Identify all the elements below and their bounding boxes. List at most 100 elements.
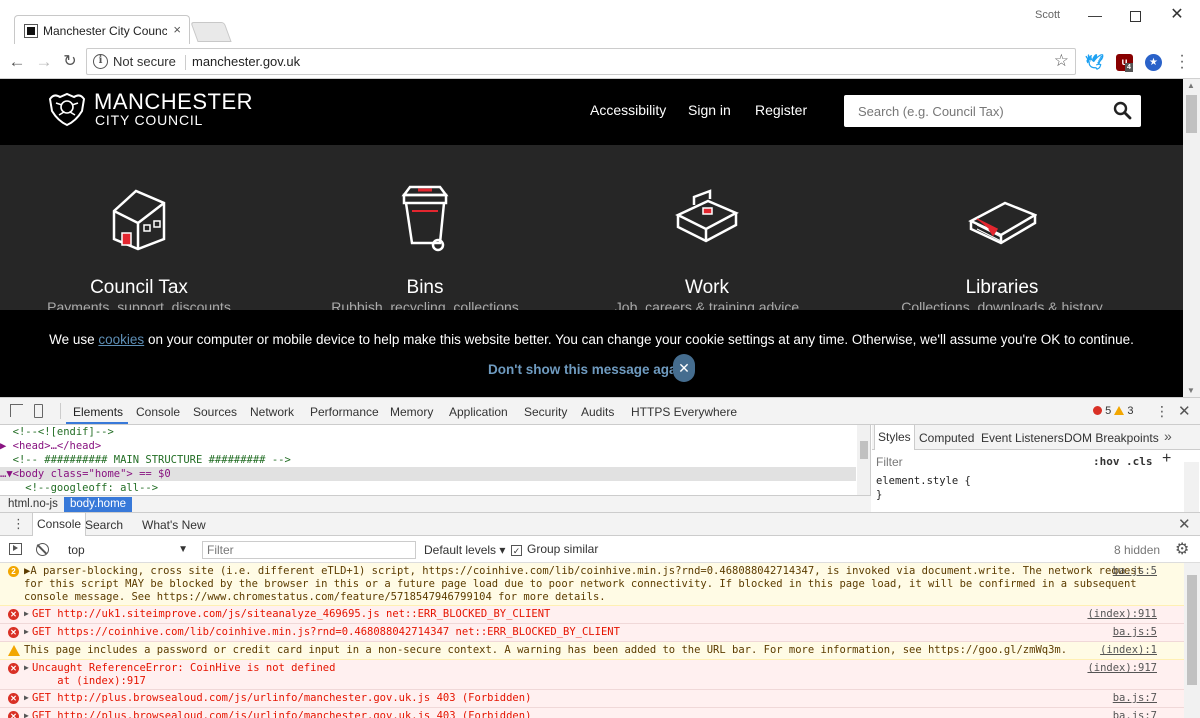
console-message-text[interactable]: GET http://plus.browsealoud.com/js/urlin…: [32, 692, 1082, 705]
tab-event-listeners[interactable]: Event Listeners: [981, 431, 1064, 445]
tab-https-everywhere[interactable]: HTTPS Everywhere: [631, 405, 737, 419]
console-filter-input[interactable]: [203, 542, 415, 558]
console-source-link[interactable]: ba.js:5: [1113, 626, 1157, 639]
console-error[interactable]: ✕ ▶ GET https://coinhive.com/lib/coinhiv…: [0, 624, 1184, 642]
console-message-text[interactable]: Uncaught ReferenceError: CoinHive is not…: [32, 662, 1082, 688]
drawer-tab-whats-new[interactable]: What's New: [142, 518, 206, 532]
dom-node[interactable]: <!--<![endif]-->: [0, 425, 856, 439]
scroll-up-icon[interactable]: ▲: [1187, 81, 1195, 90]
console-source-link[interactable]: ba.js:7: [1113, 710, 1157, 718]
tab-application[interactable]: Application: [449, 405, 508, 419]
expand-arrow-icon[interactable]: ▶: [24, 627, 29, 636]
dom-node[interactable]: <!--googleoff: all-->: [0, 481, 856, 495]
tab-styles[interactable]: Styles: [874, 425, 915, 450]
group-similar-toggle[interactable]: ✓ Group similar: [511, 542, 598, 556]
breadcrumb-body[interactable]: body.home: [64, 497, 133, 512]
gear-icon[interactable]: ⚙: [1175, 539, 1189, 559]
expand-arrow-icon[interactable]: ▶: [24, 711, 29, 718]
console-warning[interactable]: 2 ▶A parser-blocking, cross site (i.e. d…: [0, 563, 1184, 606]
console-source-link[interactable]: (index):917: [1087, 662, 1157, 675]
maximize-button[interactable]: [1120, 4, 1150, 26]
cookie-close-button[interactable]: ✕: [673, 354, 695, 382]
tab-audits[interactable]: Audits: [581, 405, 614, 419]
expand-arrow-icon[interactable]: ▶: [24, 693, 29, 702]
chrome-menu-icon[interactable]: · · ·: [1178, 48, 1186, 76]
search-input[interactable]: [844, 95, 1114, 127]
browser-tab[interactable]: Manchester City Council ×: [14, 15, 190, 45]
service-title[interactable]: Work: [577, 277, 837, 299]
console-source-link[interactable]: ba.js:5: [1113, 565, 1157, 578]
privacy-badger-icon[interactable]: ★: [1145, 54, 1162, 71]
error-warning-counter[interactable]: 5 3: [1093, 405, 1133, 417]
console-message-text[interactable]: ▶A parser-blocking, cross site (i.e. dif…: [24, 565, 1144, 604]
profile-name[interactable]: Scott: [1035, 9, 1060, 21]
sign-in-link[interactable]: Sign in: [688, 102, 731, 118]
reload-button[interactable]: ↻: [59, 51, 81, 73]
console-message-text[interactable]: GET https://coinhive.com/lib/coinhive.mi…: [32, 626, 1082, 639]
elements-scrollbar[interactable]: [857, 425, 870, 495]
tab-elements[interactable]: Elements: [73, 405, 123, 419]
checkbox-checked-icon[interactable]: ✓: [511, 545, 522, 556]
tab-sources[interactable]: Sources: [193, 405, 237, 419]
service-title[interactable]: Council Tax: [9, 277, 269, 299]
drawer-tab-console[interactable]: Console: [32, 513, 87, 536]
console-scroll-thumb[interactable]: [1187, 575, 1197, 685]
dom-node[interactable]: ▶ <head>…</head>: [0, 439, 856, 453]
ublock-icon[interactable]: u4: [1116, 54, 1133, 72]
drawer-close-icon[interactable]: ✕: [1178, 515, 1191, 533]
devtools-close-icon[interactable]: ✕: [1178, 402, 1191, 420]
bookmark-star-icon[interactable]: ☆: [1054, 51, 1069, 71]
tab-performance[interactable]: Performance: [310, 405, 379, 419]
class-toggle[interactable]: .cls: [1126, 455, 1153, 468]
console-source-link[interactable]: ba.js:7: [1113, 692, 1157, 705]
elements-scroll-thumb[interactable]: [860, 441, 868, 459]
tab-security[interactable]: Security: [524, 405, 567, 419]
tab-close-icon[interactable]: ×: [173, 22, 181, 37]
tab-dom-breakpoints[interactable]: DOM Breakpoints: [1064, 431, 1159, 445]
console-warning[interactable]: This page includes a password or credit …: [0, 642, 1184, 660]
security-label[interactable]: Not secure: [113, 54, 176, 69]
console-error[interactable]: ✕ ▶ Uncaught ReferenceError: CoinHive is…: [0, 660, 1184, 690]
console-message-text[interactable]: GET http://uk1.siteimprove.com/js/sitean…: [32, 608, 1082, 621]
service-title[interactable]: Libraries: [872, 277, 1132, 299]
expand-arrow-icon[interactable]: ▶: [24, 609, 29, 618]
console-source-link[interactable]: (index):911: [1087, 608, 1157, 621]
breadcrumb-html[interactable]: html.no-js: [2, 497, 64, 512]
devtools-menu-icon[interactable]: ⋮: [1155, 403, 1169, 420]
console-scrollbar[interactable]: [1184, 563, 1200, 718]
expand-arrow-icon[interactable]: ▶: [24, 663, 29, 672]
minimize-button[interactable]: —: [1080, 4, 1110, 26]
logo-subtitle[interactable]: CITY COUNCIL: [95, 112, 203, 128]
back-button[interactable]: ←: [6, 51, 28, 73]
council-crest-icon[interactable]: [46, 91, 88, 127]
page-scrollbar[interactable]: ▲ ▼: [1183, 79, 1200, 397]
twitter-icon[interactable]: 🕊: [1085, 54, 1104, 71]
console-error[interactable]: ✕ ▶ GET http://uk1.siteimprove.com/js/si…: [0, 606, 1184, 624]
context-selector[interactable]: top ▼: [60, 541, 192, 559]
console-message-text[interactable]: This page includes a password or credit …: [24, 644, 1074, 657]
console-sidebar-icon[interactable]: [9, 543, 22, 555]
console-error[interactable]: ✕ ▶ GET http://plus.browsealoud.com/js/u…: [0, 708, 1184, 718]
close-window-button[interactable]: ✕: [1162, 4, 1192, 26]
device-toolbar-icon[interactable]: [34, 404, 43, 418]
url-text[interactable]: manchester.gov.uk: [192, 54, 300, 69]
address-bar[interactable]: i Not secure manchester.gov.uk ☆: [86, 48, 1076, 75]
cookie-dismiss-link[interactable]: Don't show this message again: [488, 362, 689, 377]
info-icon[interactable]: i: [93, 54, 108, 69]
search-icon[interactable]: [1113, 101, 1132, 120]
element-style-rule[interactable]: element.style {: [876, 475, 971, 487]
console-error[interactable]: ✕ ▶ GET http://plus.browsealoud.com/js/u…: [0, 690, 1184, 708]
inspect-element-icon[interactable]: [10, 404, 23, 417]
drawer-tab-search[interactable]: Search: [85, 518, 123, 532]
more-tabs-icon[interactable]: »: [1164, 428, 1172, 444]
tab-memory[interactable]: Memory: [390, 405, 433, 419]
new-tab-button[interactable]: [190, 22, 232, 42]
dom-node[interactable]: <!-- ########## MAIN STRUCTURE #########…: [0, 453, 856, 467]
register-link[interactable]: Register: [755, 102, 807, 118]
console-message-text[interactable]: GET http://plus.browsealoud.com/js/urlin…: [32, 710, 1082, 718]
tab-network[interactable]: Network: [250, 405, 294, 419]
drawer-menu-icon[interactable]: ⋮: [12, 516, 25, 532]
clear-console-icon[interactable]: [36, 543, 49, 556]
styles-filter-input[interactable]: Filter: [876, 455, 903, 469]
forward-button[interactable]: →: [33, 51, 55, 73]
